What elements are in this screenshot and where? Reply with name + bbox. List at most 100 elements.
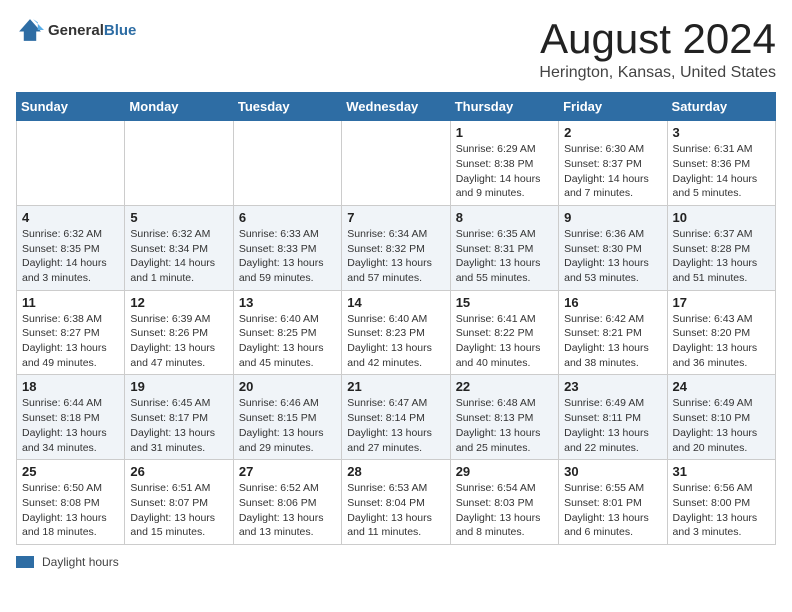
day-number: 29 <box>456 464 553 479</box>
day-number: 15 <box>456 295 553 310</box>
calendar-day-header: Saturday <box>667 93 775 121</box>
day-info: Sunrise: 6:42 AM Sunset: 8:21 PM Dayligh… <box>564 312 661 371</box>
calendar-cell: 13 Sunrise: 6:40 AM Sunset: 8:25 PM Dayli… <box>233 290 341 375</box>
legend-box <box>16 556 34 568</box>
calendar-cell: 10Sunrise: 6:37 AM Sunset: 8:28 PM Dayli… <box>667 205 775 290</box>
calendar-cell: 24Sunrise: 6:49 AM Sunset: 8:10 PM Dayli… <box>667 375 775 460</box>
logo-icon <box>16 16 44 44</box>
calendar-cell: 1Sunrise: 6:29 AM Sunset: 8:38 PM Daylig… <box>450 121 558 206</box>
calendar-cell <box>342 121 450 206</box>
day-info: Sunrise: 6:48 AM Sunset: 8:13 PM Dayligh… <box>456 396 553 455</box>
day-number: 14 <box>347 295 444 310</box>
calendar-cell: 5 Sunrise: 6:32 AM Sunset: 8:34 PM Daylig… <box>125 205 233 290</box>
calendar-day-header: Thursday <box>450 93 558 121</box>
calendar-cell: 30 Sunrise: 6:55 AM Sunset: 8:01 PM Dayli… <box>559 460 667 545</box>
day-number: 30 <box>564 464 661 479</box>
day-number: 24 <box>673 379 770 394</box>
calendar-cell: 19Sunrise: 6:45 AM Sunset: 8:17 PM Dayli… <box>125 375 233 460</box>
day-info: Sunrise: 6:40 AM Sunset: 8:23 PM Dayligh… <box>347 312 444 371</box>
day-number: 1 <box>456 125 553 140</box>
calendar-week-row: 25 Sunrise: 6:50 AM Sunset: 8:08 PM Dayli… <box>17 460 776 545</box>
calendar-cell <box>125 121 233 206</box>
location: Herington, Kansas, United States <box>539 64 776 82</box>
day-number: 16 <box>564 295 661 310</box>
calendar-cell: 16 Sunrise: 6:42 AM Sunset: 8:21 PM Dayli… <box>559 290 667 375</box>
logo-blue: Blue <box>104 22 137 39</box>
day-info: Sunrise: 6:32 AM Sunset: 8:34 PM Dayligh… <box>130 227 227 286</box>
calendar-day-header: Tuesday <box>233 93 341 121</box>
calendar-cell: 8 Sunrise: 6:35 AM Sunset: 8:31 PM Daylig… <box>450 205 558 290</box>
day-number: 20 <box>239 379 336 394</box>
day-info: Sunrise: 6:30 AM Sunset: 8:37 PM Dayligh… <box>564 142 661 201</box>
calendar-cell: 11 Sunrise: 6:38 AM Sunset: 8:27 PM Dayli… <box>17 290 125 375</box>
day-number: 7 <box>347 210 444 225</box>
day-number: 25 <box>22 464 119 479</box>
day-info: Sunrise: 6:54 AM Sunset: 8:03 PM Dayligh… <box>456 481 553 540</box>
day-number: 26 <box>130 464 227 479</box>
calendar-cell: 18Sunrise: 6:44 AM Sunset: 8:18 PM Dayli… <box>17 375 125 460</box>
page-header: GeneralBlue August 2024 Herington, Kansa… <box>16 16 776 82</box>
day-info: Sunrise: 6:35 AM Sunset: 8:31 PM Dayligh… <box>456 227 553 286</box>
calendar-table: SundayMondayTuesdayWednesdayThursdayFrid… <box>16 92 776 545</box>
calendar-week-row: 11 Sunrise: 6:38 AM Sunset: 8:27 PM Dayli… <box>17 290 776 375</box>
calendar-cell: 28 Sunrise: 6:53 AM Sunset: 8:04 PM Dayli… <box>342 460 450 545</box>
day-number: 8 <box>456 210 553 225</box>
calendar-week-row: 4Sunrise: 6:32 AM Sunset: 8:35 PM Daylig… <box>17 205 776 290</box>
day-number: 28 <box>347 464 444 479</box>
calendar-cell: 6 Sunrise: 6:33 AM Sunset: 8:33 PM Daylig… <box>233 205 341 290</box>
day-number: 31 <box>673 464 770 479</box>
day-info: Sunrise: 6:38 AM Sunset: 8:27 PM Dayligh… <box>22 312 119 371</box>
day-info: Sunrise: 6:49 AM Sunset: 8:11 PM Dayligh… <box>564 396 661 455</box>
day-number: 13 <box>239 295 336 310</box>
day-number: 11 <box>22 295 119 310</box>
day-number: 9 <box>564 210 661 225</box>
calendar-cell: 23 Sunrise: 6:49 AM Sunset: 8:11 PM Dayli… <box>559 375 667 460</box>
calendar-header-row: SundayMondayTuesdayWednesdayThursdayFrid… <box>17 93 776 121</box>
day-number: 5 <box>130 210 227 225</box>
day-info: Sunrise: 6:34 AM Sunset: 8:32 PM Dayligh… <box>347 227 444 286</box>
day-info: Sunrise: 6:44 AM Sunset: 8:18 PM Dayligh… <box>22 396 119 455</box>
title-block: August 2024 Herington, Kansas, United St… <box>539 16 776 82</box>
day-info: Sunrise: 6:50 AM Sunset: 8:08 PM Dayligh… <box>22 481 119 540</box>
calendar-cell: 25 Sunrise: 6:50 AM Sunset: 8:08 PM Dayli… <box>17 460 125 545</box>
footer: Daylight hours <box>16 555 776 569</box>
day-info: Sunrise: 6:46 AM Sunset: 8:15 PM Dayligh… <box>239 396 336 455</box>
day-info: Sunrise: 6:36 AM Sunset: 8:30 PM Dayligh… <box>564 227 661 286</box>
calendar-cell: 29 Sunrise: 6:54 AM Sunset: 8:03 PM Dayli… <box>450 460 558 545</box>
day-number: 27 <box>239 464 336 479</box>
day-info: Sunrise: 6:51 AM Sunset: 8:07 PM Dayligh… <box>130 481 227 540</box>
calendar-cell: 22 Sunrise: 6:48 AM Sunset: 8:13 PM Dayli… <box>450 375 558 460</box>
calendar-cell: 21Sunrise: 6:47 AM Sunset: 8:14 PM Dayli… <box>342 375 450 460</box>
day-number: 2 <box>564 125 661 140</box>
calendar-cell: 2 Sunrise: 6:30 AM Sunset: 8:37 PM Daylig… <box>559 121 667 206</box>
day-info: Sunrise: 6:45 AM Sunset: 8:17 PM Dayligh… <box>130 396 227 455</box>
calendar-cell: 31 Sunrise: 6:56 AM Sunset: 8:00 PM Dayli… <box>667 460 775 545</box>
day-info: Sunrise: 6:52 AM Sunset: 8:06 PM Dayligh… <box>239 481 336 540</box>
day-number: 22 <box>456 379 553 394</box>
day-info: Sunrise: 6:55 AM Sunset: 8:01 PM Dayligh… <box>564 481 661 540</box>
calendar-cell: 7 Sunrise: 6:34 AM Sunset: 8:32 PM Daylig… <box>342 205 450 290</box>
day-number: 3 <box>673 125 770 140</box>
day-number: 6 <box>239 210 336 225</box>
calendar-cell: 4Sunrise: 6:32 AM Sunset: 8:35 PM Daylig… <box>17 205 125 290</box>
day-number: 23 <box>564 379 661 394</box>
day-info: Sunrise: 6:43 AM Sunset: 8:20 PM Dayligh… <box>673 312 770 371</box>
calendar-cell: 12Sunrise: 6:39 AM Sunset: 8:26 PM Dayli… <box>125 290 233 375</box>
logo: GeneralBlue <box>16 16 136 44</box>
calendar-cell: 3Sunrise: 6:31 AM Sunset: 8:36 PM Daylig… <box>667 121 775 206</box>
day-info: Sunrise: 6:33 AM Sunset: 8:33 PM Dayligh… <box>239 227 336 286</box>
calendar-day-header: Sunday <box>17 93 125 121</box>
day-number: 17 <box>673 295 770 310</box>
day-info: Sunrise: 6:32 AM Sunset: 8:35 PM Dayligh… <box>22 227 119 286</box>
day-info: Sunrise: 6:53 AM Sunset: 8:04 PM Dayligh… <box>347 481 444 540</box>
calendar-day-header: Friday <box>559 93 667 121</box>
day-info: Sunrise: 6:39 AM Sunset: 8:26 PM Dayligh… <box>130 312 227 371</box>
logo-text: GeneralBlue <box>48 22 136 39</box>
calendar-cell <box>233 121 341 206</box>
day-number: 21 <box>347 379 444 394</box>
day-info: Sunrise: 6:56 AM Sunset: 8:00 PM Dayligh… <box>673 481 770 540</box>
logo-general: General <box>48 22 104 39</box>
calendar-cell: 17 Sunrise: 6:43 AM Sunset: 8:20 PM Dayli… <box>667 290 775 375</box>
calendar-cell: 27 Sunrise: 6:52 AM Sunset: 8:06 PM Dayli… <box>233 460 341 545</box>
day-info: Sunrise: 6:40 AM Sunset: 8:25 PM Dayligh… <box>239 312 336 371</box>
